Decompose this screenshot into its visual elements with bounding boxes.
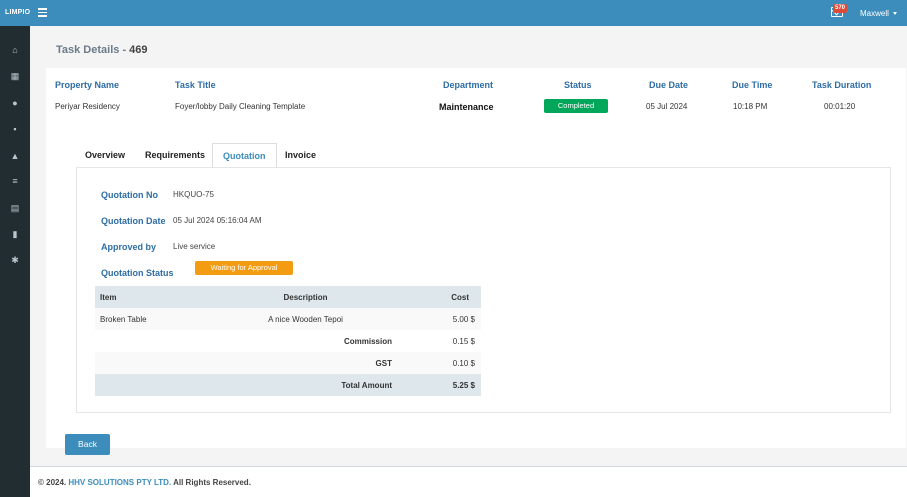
grid-icon[interactable]: ▪: [10, 125, 20, 134]
mail-count-badge: 570: [833, 4, 848, 13]
gear-icon[interactable]: ✱: [10, 256, 20, 265]
department-value: Maintenance: [439, 102, 494, 112]
item-cell: Broken Table: [95, 308, 190, 330]
sidebar: ⌂ ▦ ● ▪ ▲ ≡ ▤ ▮ ✱: [0, 26, 30, 497]
quotation-no-label: Quotation No: [101, 190, 158, 200]
column-header-item: Item: [95, 286, 190, 308]
copyright-text: © 2024. HHV SOLUTIONS PTY LTD. All Right…: [38, 478, 251, 487]
header-task-duration: Task Duration: [812, 80, 872, 90]
quotation-status-label: Quotation Status: [101, 268, 174, 278]
user-icon[interactable]: ●: [10, 99, 20, 108]
app-logo[interactable]: LIMPIO: [5, 9, 30, 16]
tab-invoice[interactable]: Invoice: [285, 143, 316, 167]
flask-icon[interactable]: ▲: [10, 152, 20, 161]
gst-row: GST 0.10 $: [95, 352, 481, 374]
list-icon[interactable]: ≡: [10, 177, 20, 186]
quotation-no-value: HKQUO-75: [173, 190, 214, 199]
main-content: Task Details - 469 Property Name Task Ti…: [30, 26, 907, 466]
user-menu[interactable]: Maxwell: [860, 9, 897, 18]
approved-by-label: Approved by: [101, 242, 157, 252]
header-due-date: Due Date: [649, 80, 689, 90]
table-row: Broken Table A nice Wooden Tepoi 5.00 $: [95, 308, 481, 330]
total-value: 5.25 $: [421, 374, 481, 396]
home-icon[interactable]: ⌂: [10, 46, 20, 55]
header-department: Department: [443, 80, 494, 90]
task-details-box: Property Name Task Title Department Stat…: [46, 68, 906, 448]
cost-cell: 5.00 $: [421, 308, 481, 330]
header-task-title: Task Title: [175, 80, 216, 90]
quotation-table: Item Description Cost Broken Table A nic…: [95, 286, 481, 396]
commission-label: Commission: [343, 336, 392, 346]
task-number: 469: [129, 44, 148, 56]
gst-value: 0.10 $: [421, 352, 481, 374]
user-name: Maxwell: [860, 9, 889, 18]
task-title-value: Foyer/lobby Daily Cleaning Template: [175, 102, 306, 111]
header-property-name: Property Name: [55, 80, 120, 90]
column-header-description: Description: [190, 286, 421, 308]
map-icon[interactable]: ▤: [10, 204, 20, 213]
gst-label: GST: [95, 352, 421, 374]
task-duration-value: 00:01:20: [824, 102, 856, 111]
footer: © 2024. HHV SOLUTIONS PTY LTD. All Right…: [30, 466, 907, 497]
total-row: Total Amount 5.25 $: [95, 374, 481, 396]
quotation-date-label: Quotation Date: [101, 216, 166, 226]
status-badge: Completed: [544, 99, 608, 113]
header-due-time: Due Time: [732, 80, 773, 90]
quotation-date-value: 05 Jul 2024 05:16:04 AM: [173, 216, 262, 225]
tab-quotation[interactable]: Quotation: [212, 143, 277, 168]
approved-by-value: Live service: [173, 242, 216, 251]
description-cell: A nice Wooden Tepoi: [190, 308, 421, 330]
company-link[interactable]: HHV SOLUTIONS PTY LTD.: [68, 478, 171, 487]
commission-value: 0.15 $: [452, 336, 475, 346]
tab-overview[interactable]: Overview: [85, 143, 125, 167]
top-navbar: LIMPIO 570 Maxwell: [0, 0, 907, 26]
column-header-cost: Cost: [421, 286, 481, 308]
property-name-value: Periyar Residency: [55, 102, 120, 111]
chevron-down-icon: [892, 12, 897, 16]
commission-row: Commission 0.15 $: [95, 330, 481, 352]
tab-requirements[interactable]: Requirements: [145, 143, 205, 167]
calendar-icon[interactable]: ▦: [10, 72, 20, 81]
document-icon[interactable]: ▮: [10, 230, 20, 239]
due-date-value: 05 Jul 2024: [646, 102, 688, 111]
quotation-panel: Quotation No HKQUO-75 Quotation Date 05 …: [76, 167, 891, 413]
total-label: Total Amount: [95, 374, 421, 396]
quotation-status-badge: Waiting for Approval: [195, 261, 293, 275]
due-time-value: 10:18 PM: [733, 102, 768, 111]
header-status: Status: [564, 80, 592, 90]
back-button[interactable]: Back: [65, 434, 110, 455]
page-title: Task Details - 469: [56, 44, 148, 56]
menu-toggle-icon[interactable]: [38, 8, 47, 17]
